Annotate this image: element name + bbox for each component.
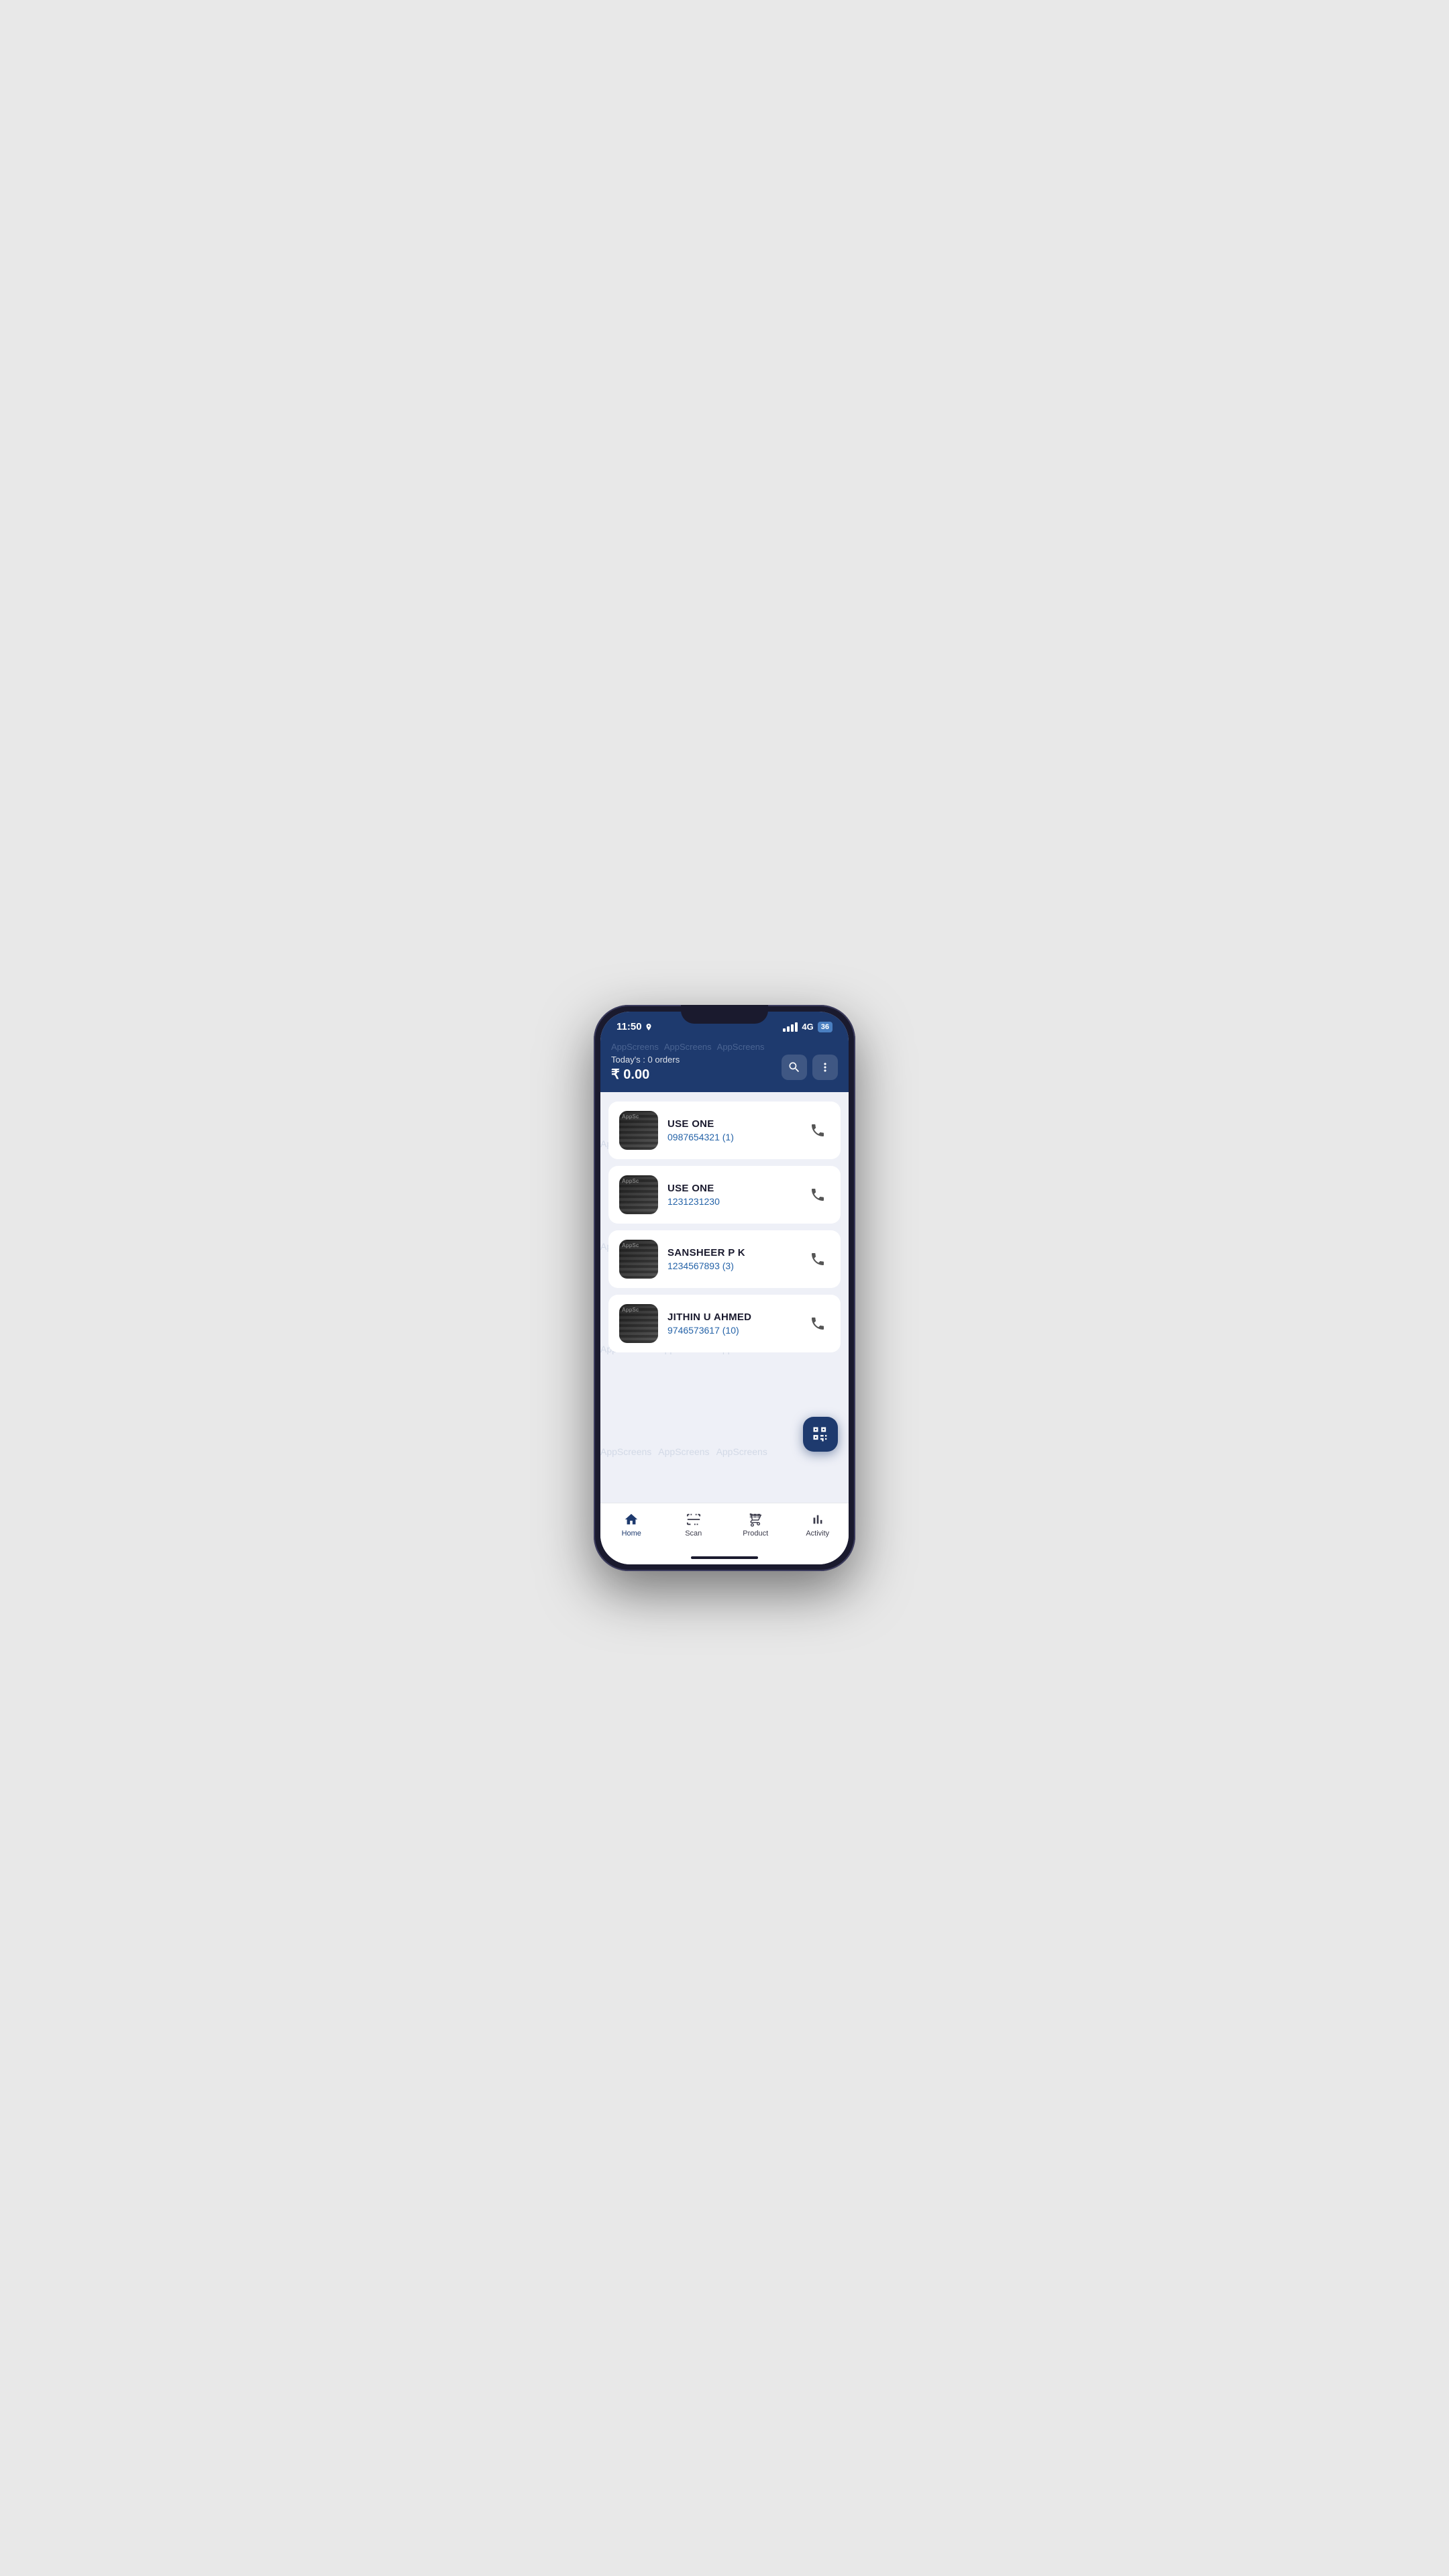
network-label: 4G <box>802 1022 813 1032</box>
phone-screen: 11:50 4G 36 AppScreens AppScreens AppScr… <box>600 1012 849 1564</box>
avatar: AppSc <box>619 1304 658 1343</box>
phone-icon <box>810 1187 826 1203</box>
signal-bar-1 <box>783 1028 786 1032</box>
customer-phone: 1231231230 <box>667 1196 796 1207</box>
avatar: AppSc <box>619 1175 658 1214</box>
nav-item-home[interactable]: Home <box>600 1509 663 1540</box>
avatar: AppSc <box>619 1240 658 1279</box>
nav-item-scan[interactable]: Scan <box>663 1509 725 1540</box>
qr-scan-fab-button[interactable] <box>803 1417 838 1452</box>
nav-label-home: Home <box>622 1529 641 1538</box>
phone-icon <box>810 1316 826 1332</box>
search-button[interactable] <box>782 1055 807 1080</box>
table-row[interactable]: AppSc USE ONE 0987654321 (1) <box>608 1102 841 1159</box>
phone-icon <box>810 1251 826 1267</box>
battery-badge: 36 <box>818 1022 833 1032</box>
avatar: AppSc <box>619 1111 658 1150</box>
table-row[interactable]: AppSc JITHIN U AHMED 9746573617 (10) <box>608 1295 841 1352</box>
customer-list: AppSc USE ONE 0987654321 (1) AppSc <box>608 1102 841 1352</box>
location-icon <box>645 1023 653 1031</box>
nav-label-scan: Scan <box>685 1529 702 1538</box>
home-icon <box>623 1511 639 1527</box>
signal-bar-4 <box>795 1022 798 1032</box>
nav-label-product: Product <box>743 1529 768 1538</box>
customer-name: USE ONE <box>667 1183 796 1194</box>
table-row[interactable]: AppSc USE ONE 1231231230 <box>608 1166 841 1224</box>
header-actions <box>782 1055 838 1080</box>
header-content: Today's : 0 orders ₹ 0.00 <box>611 1055 838 1083</box>
product-icon <box>747 1511 763 1527</box>
customer-name: SANSHEER P K <box>667 1247 796 1258</box>
call-button[interactable] <box>806 1247 830 1271</box>
total-amount: ₹ 0.00 <box>611 1066 680 1083</box>
customer-info: USE ONE 0987654321 (1) <box>667 1118 796 1142</box>
customer-name: JITHIN U AHMED <box>667 1311 796 1323</box>
signal-bar-2 <box>787 1026 790 1032</box>
header-info: Today's : 0 orders ₹ 0.00 <box>611 1055 680 1083</box>
customer-phone: 0987654321 (1) <box>667 1132 796 1142</box>
call-button[interactable] <box>806 1183 830 1207</box>
app-header: AppScreens AppScreens AppScreens Today's… <box>600 1036 849 1092</box>
call-button[interactable] <box>806 1118 830 1142</box>
activity-icon <box>810 1511 826 1527</box>
customer-info: SANSHEER P K 1234567893 (3) <box>667 1247 796 1271</box>
home-bar <box>691 1556 758 1559</box>
signal-bars <box>783 1022 798 1032</box>
phone-device: 11:50 4G 36 AppScreens AppScreens AppScr… <box>594 1005 855 1571</box>
customer-phone: 9746573617 (10) <box>667 1325 796 1336</box>
todays-label: Today's : 0 orders <box>611 1055 680 1065</box>
table-row[interactable]: AppSc SANSHEER P K 1234567893 (3) <box>608 1230 841 1288</box>
phone-notch <box>681 1005 768 1024</box>
phone-icon <box>810 1122 826 1138</box>
bottom-nav: Home Scan <box>600 1503 849 1551</box>
customer-info: JITHIN U AHMED 9746573617 (10) <box>667 1311 796 1336</box>
status-time: 11:50 <box>616 1021 653 1032</box>
nav-label-activity: Activity <box>806 1529 829 1538</box>
content-area: AppScreens AppScreens AppScreens AppScre… <box>600 1092 849 1503</box>
nav-item-product[interactable]: Product <box>724 1509 787 1540</box>
qr-code-icon <box>811 1425 830 1444</box>
customer-phone: 1234567893 (3) <box>667 1260 796 1271</box>
customer-name: USE ONE <box>667 1118 796 1130</box>
more-options-button[interactable] <box>812 1055 838 1080</box>
header-watermark: AppScreens AppScreens AppScreens <box>611 1042 838 1052</box>
scan-icon <box>686 1511 702 1527</box>
fab-container <box>803 1417 838 1452</box>
more-vertical-icon <box>818 1061 832 1074</box>
home-indicator <box>600 1551 849 1564</box>
call-button[interactable] <box>806 1311 830 1336</box>
signal-bar-3 <box>791 1024 794 1032</box>
status-right: 4G 36 <box>783 1022 833 1032</box>
search-icon <box>788 1061 801 1074</box>
nav-item-activity[interactable]: Activity <box>787 1509 849 1540</box>
customer-info: USE ONE 1231231230 <box>667 1183 796 1207</box>
